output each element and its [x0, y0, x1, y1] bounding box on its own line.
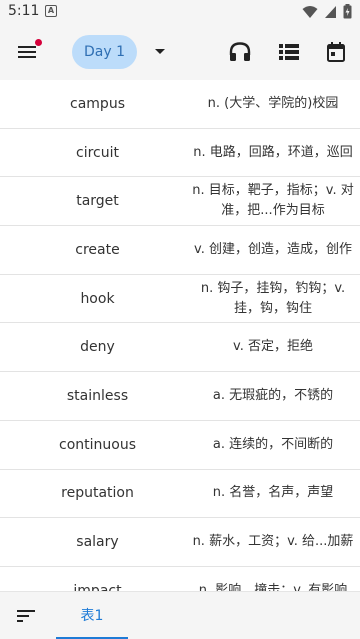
word-text: salary — [76, 534, 119, 551]
audio-button[interactable] — [226, 38, 254, 66]
app-bar: Day 1 — [0, 24, 360, 80]
word-meaning: n. 目标，靶子，指标；v. 对准，把...作为目标 — [192, 183, 354, 219]
word-text: stainless — [66, 387, 129, 404]
word-meaning: a. 无瑕疵的，不锈的 — [212, 387, 334, 403]
word-meaning: n. 电路，回路，环道，巡回 — [193, 144, 353, 160]
menu-button[interactable] — [10, 34, 46, 70]
list-icon — [279, 44, 299, 60]
day-selector[interactable]: Day 1 — [72, 35, 137, 69]
word-text: impact — [73, 582, 122, 591]
status-bar: 5:11 A — [0, 0, 360, 24]
word-text: deny — [80, 339, 115, 356]
hamburger-menu-icon — [18, 46, 36, 58]
word-text: hook — [80, 290, 115, 307]
wifi-icon — [302, 5, 318, 18]
word-row[interactable]: salary n. 薪水，工资；v. 给...加薪 — [0, 518, 360, 567]
word-row[interactable]: create v. 创建，创造，造成，创作 — [0, 226, 360, 275]
word-meaning: n. (大学、学院的)校园 — [207, 95, 339, 111]
word-text: continuous — [59, 436, 136, 453]
word-row[interactable]: campus n. (大学、学院的)校园 — [0, 80, 360, 129]
notification-dot — [35, 39, 42, 46]
sort-icon — [17, 610, 35, 622]
word-row[interactable]: impact n. 影响，撞击；v. 有影响 — [0, 567, 360, 591]
word-row[interactable]: continuous a. 连续的，不间断的 — [0, 421, 360, 470]
word-text: reputation — [61, 485, 134, 502]
list-view-button[interactable] — [275, 38, 303, 66]
word-meaning: a. 连续的，不间断的 — [212, 436, 334, 452]
word-meaning: n. 名誉，名声，声望 — [212, 485, 334, 501]
word-meaning: v. 创建，创造，造成，创作 — [194, 241, 352, 257]
word-row[interactable]: stainless a. 无瑕疵的，不锈的 — [0, 372, 360, 421]
bottom-bar: 表1 — [0, 591, 360, 639]
word-text: create — [75, 241, 120, 258]
word-text: campus — [70, 95, 125, 112]
word-row[interactable]: target n. 目标，靶子，指标；v. 对准，把...作为目标 — [0, 177, 360, 227]
status-icons — [302, 4, 352, 19]
cellular-icon — [325, 5, 336, 18]
sort-button[interactable] — [14, 604, 38, 628]
tab-list-1[interactable]: 表1 — [56, 592, 128, 639]
word-row[interactable]: deny v. 否定，拒绝 — [0, 323, 360, 373]
word-meaning: n. 薪水，工资；v. 给...加薪 — [192, 534, 354, 550]
word-list[interactable]: campus n. (大学、学院的)校园 circuit n. 电路，回路，环道… — [0, 80, 360, 591]
caret-down-icon — [155, 49, 165, 54]
word-row[interactable]: circuit n. 电路，回路，环道，巡回 — [0, 129, 360, 178]
word-meaning: n. 影响，撞击；v. 有影响 — [198, 582, 348, 591]
calendar-button[interactable] — [322, 38, 350, 66]
headphones-icon — [229, 42, 251, 61]
day-dropdown-button[interactable] — [150, 42, 170, 62]
status-time: 5:11 — [8, 3, 40, 19]
word-text: circuit — [76, 144, 119, 161]
battery-icon — [343, 4, 352, 19]
calendar-icon — [327, 42, 345, 62]
word-meaning: v. 否定，拒绝 — [233, 339, 313, 355]
word-row[interactable]: hook n. 钩子，挂钩，钓钩；v. 挂，钩，钩住 — [0, 275, 360, 324]
word-row[interactable]: reputation n. 名誉，名声，声望 — [0, 470, 360, 519]
word-meaning: n. 钩子，挂钩，钓钩；v. 挂，钩，钩住 — [200, 280, 346, 316]
word-text: target — [76, 193, 119, 210]
app-notification-icon: A — [45, 5, 57, 17]
